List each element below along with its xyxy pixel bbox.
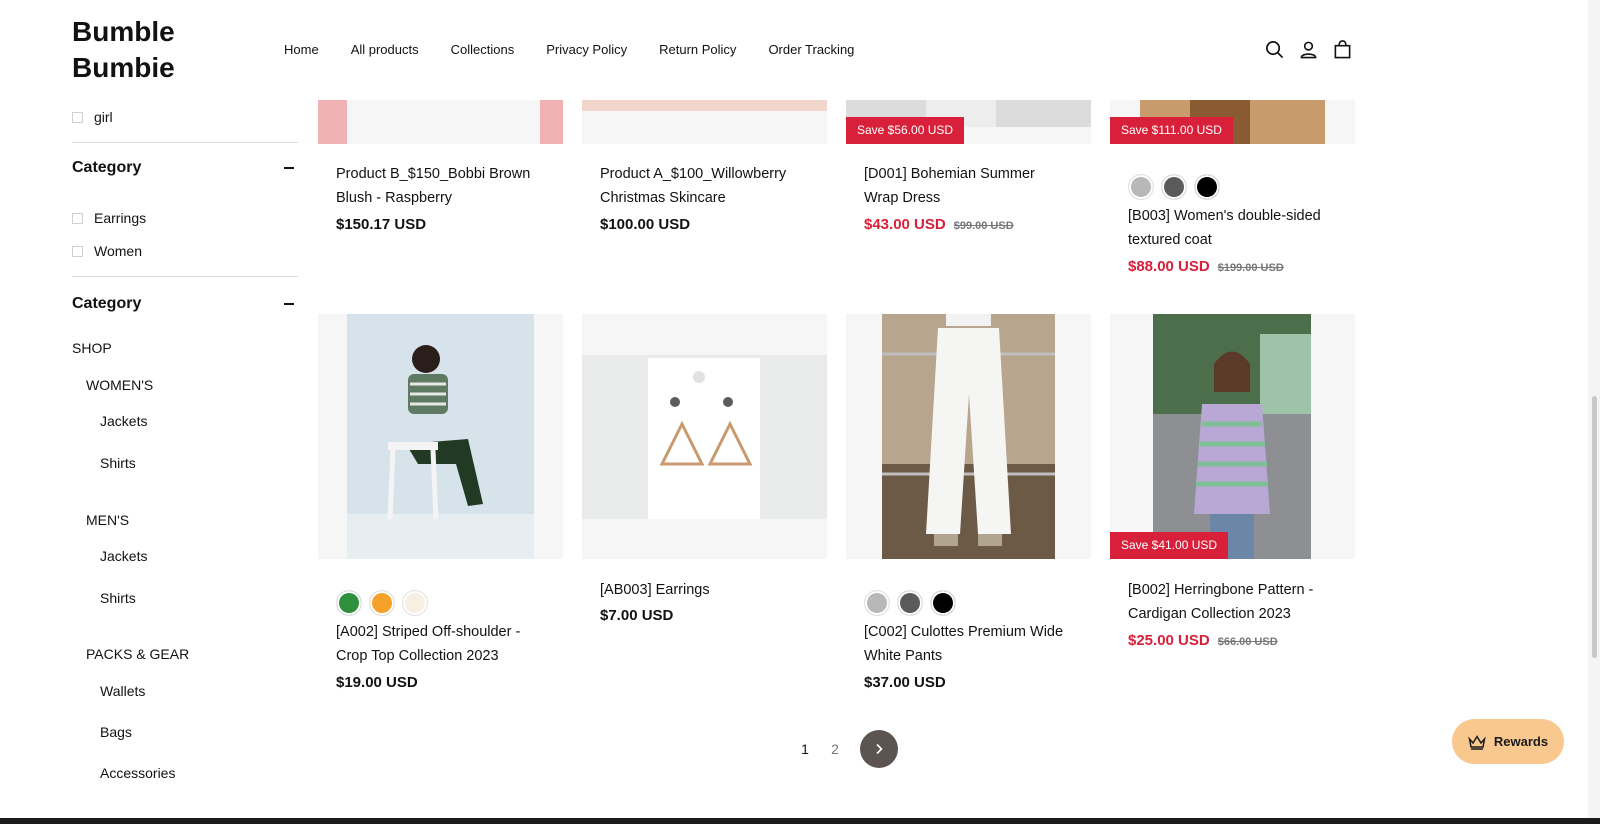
product-price: $100.00 USD — [600, 216, 691, 233]
sale-badge: Save $111.00 USD — [1110, 117, 1233, 144]
compare-price: $66.00 USD — [1217, 636, 1278, 648]
divider — [72, 276, 298, 277]
search-icon[interactable] — [1264, 38, 1284, 60]
filter-sidebar: girl Category Earrings Women Category SH… — [72, 100, 298, 786]
product-image[interactable] — [582, 100, 827, 144]
product-price: $7.00 USD — [600, 607, 674, 624]
nav-all-products[interactable]: All products — [351, 42, 419, 57]
checkbox[interactable] — [72, 111, 83, 123]
tree-item-mens-shirts[interactable]: Shirts — [100, 590, 136, 606]
checkbox[interactable] — [72, 245, 83, 257]
color-swatches — [336, 590, 428, 616]
cart-icon[interactable] — [1332, 38, 1352, 60]
account-icon[interactable] — [1298, 38, 1318, 60]
swatch-dark-gray[interactable] — [1161, 174, 1187, 200]
tree-item-accessories[interactable]: Accessories — [100, 765, 175, 781]
header-icons — [1264, 38, 1352, 60]
product-image[interactable] — [318, 100, 563, 144]
tree-item-wallets[interactable]: Wallets — [100, 683, 145, 699]
sale-badge: Save $56.00 USD — [846, 117, 965, 144]
product-image[interactable] — [582, 314, 827, 559]
tree-item-mens-jackets[interactable]: Jackets — [100, 548, 147, 564]
product-price: $25.00 USD $66.00 USD — [1128, 632, 1278, 649]
product-price: $37.00 USD — [864, 674, 946, 691]
page-1[interactable]: 1 — [790, 741, 820, 757]
collapse-icon[interactable] — [284, 167, 294, 169]
next-page-button[interactable] — [860, 730, 898, 768]
swatch-black[interactable] — [930, 590, 956, 616]
crown-icon — [1468, 734, 1486, 750]
store-logo[interactable]: Bumble Bumbie — [72, 14, 232, 86]
chevron-right-icon — [876, 743, 883, 755]
tree-item-womens[interactable]: WOMEN'S — [86, 377, 153, 393]
main-nav: Home All products Collections Privacy Po… — [284, 42, 886, 57]
checkbox[interactable] — [72, 212, 83, 224]
product-photo-white-pants — [882, 314, 1055, 559]
swatch-light-gray[interactable] — [864, 590, 890, 616]
category-filter-header-2[interactable]: Category — [72, 293, 298, 315]
product-title[interactable]: [D001] Bohemian Summer Wrap Dress — [864, 162, 1064, 210]
product-title[interactable]: [B002] Herringbone Pattern - Cardigan Co… — [1128, 578, 1328, 626]
swatch-orange[interactable] — [369, 590, 395, 616]
product-price: $150.17 USD — [336, 216, 427, 233]
pagination: 1 2 — [790, 730, 898, 768]
filter-option-girl[interactable]: girl — [72, 107, 113, 127]
compare-price: $199.00 USD — [1217, 262, 1284, 274]
swatch-cream[interactable] — [402, 590, 428, 616]
swatch-dark-gray[interactable] — [897, 590, 923, 616]
product-photo-striped-crop-top — [347, 314, 534, 559]
product-title[interactable]: Product A_$100_Willowberry Christmas Ski… — [600, 162, 800, 210]
scrollbar-thumb[interactable] — [1592, 396, 1597, 658]
collapse-icon[interactable] — [284, 303, 294, 305]
product-title[interactable]: [AB003] Earrings — [600, 578, 800, 602]
category-filter-header-1[interactable]: Category — [72, 157, 298, 179]
color-swatches — [864, 590, 956, 616]
site-header: Bumble Bumbie Home All products Collecti… — [0, 0, 1588, 100]
color-swatches — [1128, 174, 1220, 200]
swatch-black[interactable] — [1194, 174, 1220, 200]
tree-item-mens[interactable]: MEN'S — [86, 512, 129, 528]
nav-home[interactable]: Home — [284, 42, 319, 57]
product-title[interactable]: [A002] Striped Off-shoulder - Crop Top C… — [336, 620, 536, 668]
swatch-green[interactable] — [336, 590, 362, 616]
nav-collections[interactable]: Collections — [451, 42, 515, 57]
product-photo-cardigan — [1153, 314, 1311, 559]
divider — [72, 142, 298, 143]
product-image[interactable] — [318, 314, 563, 559]
product-price: $88.00 USD $199.00 USD — [1128, 258, 1284, 275]
filter-option-earrings[interactable]: Earrings — [72, 208, 146, 228]
tree-item-packs-gear[interactable]: PACKS & GEAR — [86, 646, 189, 662]
tree-item-bags[interactable]: Bags — [100, 724, 132, 740]
product-image[interactable] — [1110, 314, 1355, 559]
nav-order-tracking[interactable]: Order Tracking — [768, 42, 854, 57]
product-title[interactable]: [B003] Women's double-sided textured coa… — [1128, 204, 1328, 252]
product-title[interactable]: [C002] Culottes Premium Wide White Pants — [864, 620, 1064, 668]
product-photo-earrings — [582, 355, 827, 519]
nav-return-policy[interactable]: Return Policy — [659, 42, 736, 57]
tree-item-womens-jackets[interactable]: Jackets — [100, 413, 147, 429]
tree-item-shop[interactable]: SHOP — [72, 340, 112, 356]
rewards-button[interactable]: Rewards — [1452, 719, 1564, 764]
product-price: $19.00 USD — [336, 674, 418, 691]
sale-badge: Save $41.00 USD — [1110, 532, 1229, 559]
product-title[interactable]: Product B_$150_Bobbi Brown Blush - Raspb… — [336, 162, 536, 210]
nav-privacy-policy[interactable]: Privacy Policy — [546, 42, 627, 57]
page-2[interactable]: 2 — [820, 741, 850, 757]
product-image[interactable] — [846, 314, 1091, 559]
product-price: $43.00 USD $99.00 USD — [864, 216, 1014, 233]
window-bottom-edge — [0, 818, 1600, 824]
swatch-light-gray[interactable] — [1128, 174, 1154, 200]
filter-option-women[interactable]: Women — [72, 241, 142, 261]
tree-item-womens-shirts[interactable]: Shirts — [100, 455, 136, 471]
compare-price: $99.00 USD — [953, 220, 1014, 232]
